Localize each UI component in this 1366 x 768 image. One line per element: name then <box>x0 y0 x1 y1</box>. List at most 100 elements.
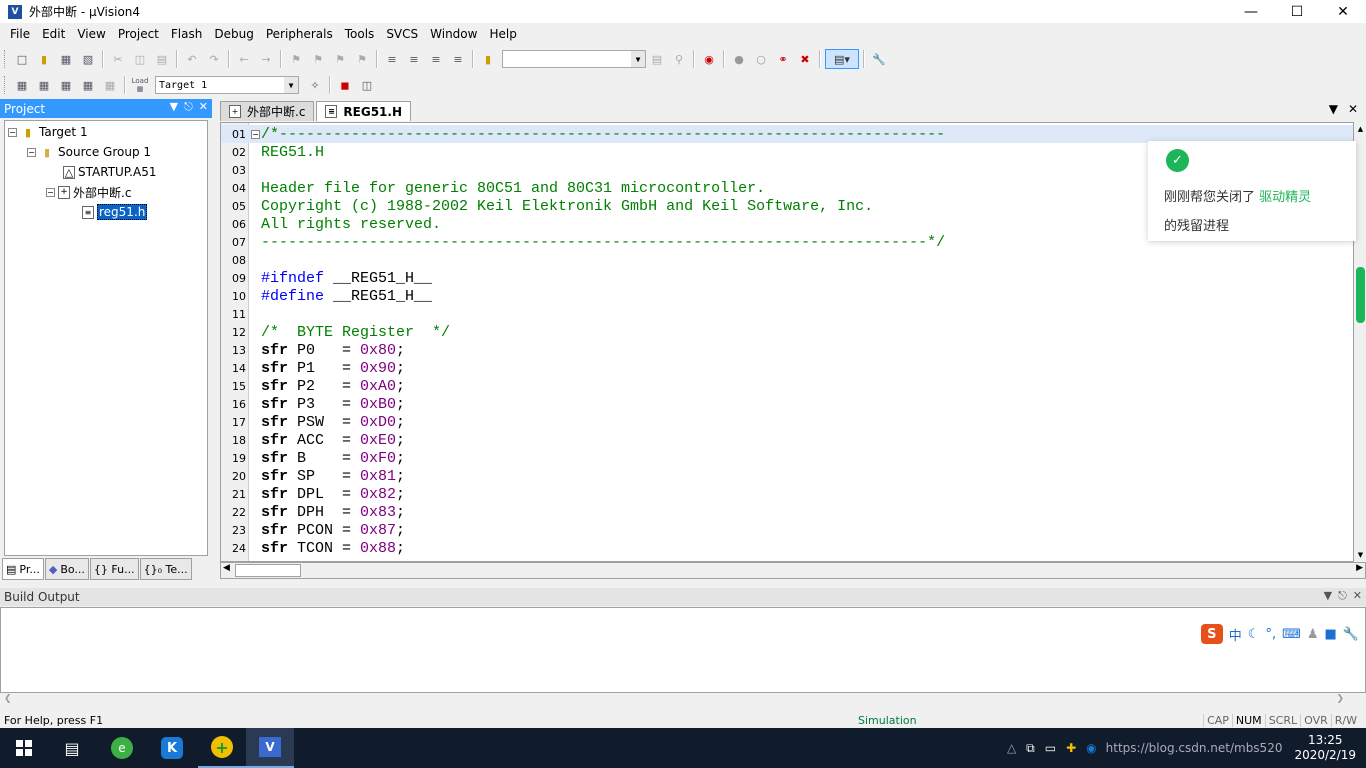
load-icon[interactable]: Load ▦ <box>130 75 150 95</box>
tray-360-icon[interactable]: ✚ <box>1066 741 1076 755</box>
cut-icon[interactable]: ✂ <box>108 49 128 69</box>
tree-node-startup[interactable]: △ STARTUP.A51 <box>63 163 156 181</box>
find-combo[interactable]: ▼ <box>502 50 646 68</box>
scroll-down-icon[interactable]: ▼ <box>1355 548 1366 562</box>
task-view-icon[interactable]: ▤ <box>48 728 96 768</box>
pin-icon[interactable]: ⎋ <box>1338 589 1347 603</box>
sogou-icon[interactable]: S <box>1200 624 1223 644</box>
multi-project-icon[interactable]: ◫ <box>357 75 377 95</box>
code-line[interactable]: 15 sfr P2 = 0xA0; <box>221 377 1353 395</box>
batch-build-icon[interactable]: ▦ <box>78 75 98 95</box>
scroll-thumb[interactable] <box>235 564 301 577</box>
notification-link[interactable]: 驱动精灵 <box>1259 190 1311 205</box>
collapse-icon[interactable]: − <box>8 127 17 137</box>
bookmark-prev-icon[interactable]: ⚑ <box>308 49 328 69</box>
taskbar-app-360[interactable]: + <box>198 728 246 768</box>
moon-icon[interactable]: ☾ <box>1248 627 1260 642</box>
scroll-thumb[interactable] <box>1356 267 1365 323</box>
comment-icon[interactable]: ≡ <box>426 49 446 69</box>
stop-build-icon[interactable]: ▦ <box>100 75 120 95</box>
target-select[interactable]: Target 1 ▼ <box>155 76 299 94</box>
code-line[interactable]: 13 sfr P0 = 0x80; <box>221 341 1353 359</box>
settings-wrench-icon[interactable]: 🔧 <box>1343 627 1359 642</box>
taskbar-app-browser[interactable]: e <box>98 728 146 768</box>
tab-books[interactable]: ◆ Bo... <box>44 558 89 580</box>
skin-icon[interactable]: ■ <box>1325 627 1337 642</box>
menu-svcs[interactable]: SVCS <box>380 27 424 41</box>
window-layout-icon[interactable]: ▤▾ <box>825 49 859 69</box>
menu-window[interactable]: Window <box>424 27 483 41</box>
incremental-find-icon[interactable]: ⚲ <box>669 49 689 69</box>
code-line[interactable]: 21 sfr DPL = 0x82; <box>221 485 1353 503</box>
code-line[interactable]: 16 sfr P3 = 0xB0; <box>221 395 1353 413</box>
taskbar-app-uvision[interactable]: V <box>246 728 294 768</box>
nav-forward-icon[interactable]: → <box>256 49 276 69</box>
tab-functions[interactable]: {} Fu... <box>89 558 139 580</box>
find-in-files-icon[interactable]: ▮ <box>478 49 498 69</box>
editor-tab-header[interactable]: ≡ REG51.H <box>316 101 412 121</box>
scroll-right-icon[interactable]: ▶ <box>1356 563 1363 573</box>
build-output-text[interactable]: S 中 ☾ °, ⌨ ♟ ■ 🔧 <box>0 607 1366 693</box>
target-options-icon[interactable]: ✧ <box>305 75 325 95</box>
menu-debug[interactable]: Debug <box>208 27 259 41</box>
panel-menu-icon[interactable]: ▼ <box>1324 589 1332 603</box>
code-line[interactable]: 11 <box>221 305 1353 323</box>
scroll-left-icon[interactable]: ◀ <box>223 563 230 573</box>
code-line[interactable]: 08 <box>221 251 1353 269</box>
pin-icon[interactable]: ⎋ <box>184 100 193 114</box>
unindent-icon[interactable]: ≡ <box>404 49 424 69</box>
code-line[interactable]: 22 sfr DPH = 0x83; <box>221 503 1353 521</box>
code-line[interactable]: 19 sfr B = 0xF0; <box>221 449 1353 467</box>
taskbar-app-k[interactable]: K <box>148 728 196 768</box>
toolbar-grip[interactable] <box>4 50 7 68</box>
menu-view[interactable]: View <box>71 27 111 41</box>
undo-icon[interactable]: ↶ <box>182 49 202 69</box>
editor-vertical-scrollbar[interactable]: ▲ ▼ <box>1355 122 1366 562</box>
new-file-icon[interactable]: □ <box>12 49 32 69</box>
close-button[interactable]: ✕ <box>1320 0 1366 23</box>
editor-horizontal-scrollbar[interactable]: ◀ ▶ <box>220 562 1366 579</box>
translate-icon[interactable]: ▦ <box>12 75 32 95</box>
menu-help[interactable]: Help <box>483 27 522 41</box>
kill-breakpoints-icon[interactable]: ✖ <box>795 49 815 69</box>
uncomment-icon[interactable]: ≡ <box>448 49 468 69</box>
insert-breakpoint-icon[interactable]: ● <box>729 49 749 69</box>
rebuild-icon[interactable]: ▦ <box>56 75 76 95</box>
tray-k-icon[interactable]: ◉ <box>1086 741 1096 755</box>
minimize-button[interactable]: — <box>1228 0 1274 23</box>
panel-menu-icon[interactable]: ▼ <box>170 100 178 114</box>
manage-components-icon[interactable]: ◼ <box>335 75 355 95</box>
bookmark-toggle-icon[interactable]: ⚑ <box>286 49 306 69</box>
menu-edit[interactable]: Edit <box>36 27 71 41</box>
user-icon[interactable]: ♟ <box>1307 627 1319 642</box>
tree-node-header[interactable]: ≡ reg51.h <box>82 203 148 221</box>
ime-mode[interactable]: 中 <box>1229 625 1242 644</box>
disable-breakpoints-icon[interactable]: ⚭ <box>773 49 793 69</box>
tree-node-source[interactable]: − + 外部中断.c <box>46 183 131 201</box>
network-drive-icon[interactable]: △ <box>1007 741 1016 755</box>
copy-tray-icon[interactable]: ⧉ <box>1026 741 1035 756</box>
build-output-scrollbar[interactable]: ❮ ❯ <box>0 693 1366 710</box>
fold-collapse-icon[interactable]: − <box>251 129 260 139</box>
save-all-icon[interactable]: ▧ <box>78 49 98 69</box>
bookmark-clear-icon[interactable]: ⚑ <box>352 49 372 69</box>
close-tab-icon[interactable]: ✕ <box>1348 102 1358 116</box>
paste-icon[interactable]: ▤ <box>152 49 172 69</box>
redo-icon[interactable]: ↷ <box>204 49 224 69</box>
start-button[interactable] <box>0 728 48 768</box>
code-line[interactable]: 23 sfr PCON = 0x87; <box>221 521 1353 539</box>
menu-flash[interactable]: Flash <box>165 27 208 41</box>
code-line[interactable]: 24 sfr TCON = 0x88; <box>221 539 1353 557</box>
battery-icon[interactable]: ▭ <box>1045 741 1056 755</box>
scroll-left-icon[interactable]: ❮ <box>4 694 12 704</box>
tab-project[interactable]: ▤ Pr... <box>2 558 44 580</box>
maximize-button[interactable]: ☐ <box>1274 0 1320 23</box>
code-line[interactable]: 17 sfr PSW = 0xD0; <box>221 413 1353 431</box>
code-line[interactable]: 10 #define __REG51_H__ <box>221 287 1353 305</box>
enable-breakpoint-icon[interactable]: ○ <box>751 49 771 69</box>
scroll-up-icon[interactable]: ▲ <box>1355 122 1366 136</box>
menu-tools[interactable]: Tools <box>339 27 381 41</box>
driver-notification[interactable]: ✓ 刚刚帮您关闭了 驱动精灵 的残留进程 <box>1148 141 1356 241</box>
save-icon[interactable]: ▦ <box>56 49 76 69</box>
code-line[interactable]: 09 #ifndef __REG51_H__ <box>221 269 1353 287</box>
